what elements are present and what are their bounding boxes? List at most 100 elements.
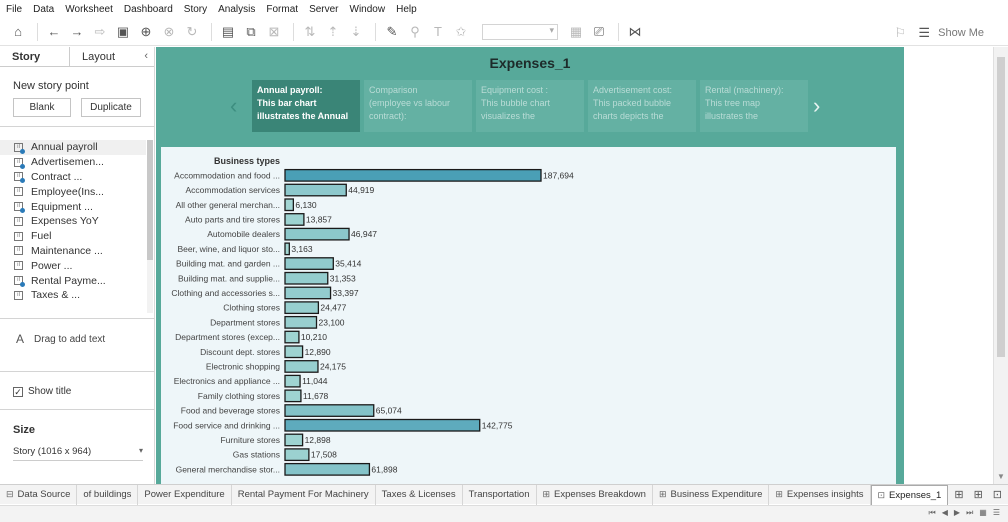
fit-dropdown[interactable]	[482, 23, 558, 40]
bar[interactable]	[284, 198, 295, 212]
bar[interactable]	[284, 257, 334, 270]
menu-file[interactable]: File	[6, 4, 22, 15]
sheet-grid-icon[interactable]: ▦	[979, 508, 987, 518]
undo-icon[interactable]: ←	[44, 22, 64, 42]
share-icon[interactable]: ⋈	[625, 22, 645, 42]
menu-analysis[interactable]: Analysis	[218, 4, 255, 15]
sheet-tab[interactable]: ⊞ Business Expenditure	[653, 484, 770, 505]
menu-server[interactable]: Server	[309, 4, 338, 15]
menu-data[interactable]: Data	[33, 4, 54, 15]
new-story-icon[interactable]: ⊡	[993, 488, 1002, 501]
scroll-thumb[interactable]	[147, 140, 153, 260]
bar[interactable]	[284, 330, 300, 344]
pin-icon[interactable]: ✩	[451, 22, 471, 42]
drag-to-add-text[interactable]: A Drag to add text	[16, 332, 105, 346]
bar[interactable]	[284, 315, 318, 329]
bar[interactable]	[284, 301, 320, 315]
tab-story[interactable]: Story	[0, 47, 70, 66]
blank-button[interactable]: Blank	[13, 98, 71, 117]
tooltip-icon[interactable]: ⚐	[890, 23, 910, 43]
sheet-tab[interactable]: Transportation	[463, 484, 537, 505]
prev-sheet-icon[interactable]: ◀	[942, 508, 948, 518]
sheet-list-item[interactable]: ıl Employee(Ins...	[0, 184, 146, 199]
sheet-list-item[interactable]: ıl Rental Payme...	[0, 273, 146, 288]
menu-window[interactable]: Window	[350, 4, 386, 15]
labels-icon[interactable]: T	[428, 22, 448, 42]
scroll-thumb[interactable]	[997, 57, 1005, 357]
scroll-down-icon[interactable]: ▼	[997, 472, 1005, 481]
presentation-icon[interactable]: ⎚	[589, 22, 609, 42]
sheet-tab[interactable]: Rental Payment For Machinery	[232, 484, 376, 505]
next-story-point-icon[interactable]: ›	[813, 93, 820, 119]
checkmark-icon[interactable]: ✓	[13, 386, 23, 397]
new-dashboard-icon[interactable]: ⊞	[974, 488, 983, 501]
collapse-panel-icon[interactable]: ‹	[144, 50, 148, 66]
menu-dashboard[interactable]: Dashboard	[124, 4, 173, 15]
vertical-scrollbar[interactable]: ▼	[993, 47, 1008, 484]
sheet-list-icon[interactable]: ☰	[993, 508, 1000, 518]
bar[interactable]	[284, 168, 542, 182]
sheet-list-item[interactable]: ıl Annual payroll	[0, 140, 146, 155]
new-worksheet-icon[interactable]: ⊞	[954, 488, 963, 501]
bar[interactable]	[284, 448, 310, 462]
home-icon[interactable]: ⌂	[8, 22, 28, 42]
sheet-tab[interactable]: ⊞ Expenses Breakdown	[537, 484, 653, 505]
menu-story[interactable]: Story	[184, 4, 207, 15]
pause-updates-icon[interactable]: ⊗	[159, 22, 179, 42]
tab-layout[interactable]: Layout	[70, 47, 140, 66]
bar[interactable]	[284, 374, 301, 388]
sheet-list-item[interactable]: ıl Fuel	[0, 229, 146, 244]
duplicate-sheet-icon[interactable]: ⧉	[241, 22, 261, 42]
clear-sheet-icon[interactable]: ⊠	[264, 22, 284, 42]
refresh-icon[interactable]: ↻	[182, 22, 202, 42]
bar[interactable]	[284, 286, 332, 300]
forward-icon[interactable]: ⇨	[90, 22, 110, 42]
group-icon[interactable]: ⚲	[405, 22, 425, 42]
show-me-button[interactable]: ⚐ ☰ Show Me	[890, 23, 984, 43]
story-point-1[interactable]: Annual payroll: This bar chart illustrat…	[252, 80, 360, 132]
bar[interactable]	[284, 433, 304, 447]
bar[interactable]	[284, 227, 350, 241]
redo-icon[interactable]: →	[67, 22, 87, 42]
show-cards-icon[interactable]: ▦	[566, 22, 586, 42]
bar[interactable]	[284, 242, 290, 256]
sheet-list-item[interactable]: ıl Power ...	[0, 258, 146, 273]
menu-worksheet[interactable]: Worksheet	[65, 4, 113, 15]
sheet-list-item[interactable]: ıl Expenses YoY	[0, 214, 146, 229]
sheet-tab[interactable]: ⊞ Expenses insights	[769, 484, 871, 505]
previous-story-point-icon[interactable]: ‹	[230, 93, 237, 119]
bar[interactable]	[284, 345, 304, 359]
bar[interactable]	[284, 389, 302, 403]
sheet-tab[interactable]: Taxes & Licenses	[376, 484, 463, 505]
size-dropdown[interactable]: Story (1016 x 964)	[13, 446, 143, 461]
bar[interactable]	[284, 213, 305, 226]
bar[interactable]	[284, 183, 347, 197]
save-icon[interactable]: ▣	[113, 22, 133, 42]
next-sheet-icon[interactable]: ▶	[954, 508, 960, 518]
story-point-2[interactable]: Comparison (employee vs labour contract)…	[364, 80, 472, 132]
menu-help[interactable]: Help	[396, 4, 417, 15]
new-worksheet-icon[interactable]: ▤	[218, 22, 238, 42]
sort-descending-icon[interactable]: ⇣	[346, 22, 366, 42]
bar[interactable]	[284, 360, 319, 373]
bar[interactable]	[284, 418, 481, 432]
show-title-checkbox[interactable]: ✓ Show title	[13, 386, 71, 397]
sheet-list-item[interactable]: ıl Maintenance ...	[0, 244, 146, 259]
swap-icon[interactable]: ⇅	[300, 22, 320, 42]
sheet-tab[interactable]: ⊡ Expenses_1	[870, 484, 949, 505]
menu-format[interactable]: Format	[266, 4, 298, 15]
bar[interactable]	[284, 404, 375, 417]
sheet-list-item[interactable]: ıl Taxes & ...	[0, 288, 146, 303]
first-sheet-icon[interactable]: ⏮	[929, 508, 936, 518]
story-point-4[interactable]: Advertisement cost: This packed bubble c…	[588, 80, 696, 132]
last-sheet-icon[interactable]: ⏭	[966, 508, 973, 518]
duplicate-button[interactable]: Duplicate	[81, 98, 141, 117]
sheet-list-item[interactable]: ıl Equipment ...	[0, 199, 146, 214]
sheet-list-item[interactable]: ıl Advertisemen...	[0, 155, 146, 170]
sheet-tab[interactable]: Power Expenditure	[138, 484, 232, 505]
sheet-tab[interactable]: of buildings	[77, 484, 139, 505]
new-datasource-icon[interactable]: ⊕	[136, 22, 156, 42]
story-point-3[interactable]: Equipment cost : This bubble chart visua…	[476, 80, 584, 132]
story-point-5[interactable]: Rental (machinery): This tree map illust…	[700, 80, 808, 132]
bar[interactable]	[284, 271, 329, 285]
